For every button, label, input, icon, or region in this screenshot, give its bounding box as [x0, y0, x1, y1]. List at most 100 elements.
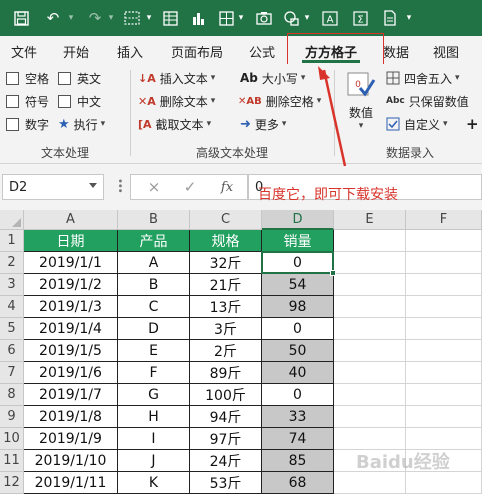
grid-cell[interactable]: 54	[262, 274, 334, 296]
grid-cell[interactable]	[334, 274, 406, 296]
grid-cell[interactable]	[334, 428, 406, 450]
grid-cell[interactable]	[406, 472, 482, 494]
grid-cell[interactable]: 40	[262, 362, 334, 384]
checkbox-number[interactable]: 数字	[6, 114, 49, 134]
select-all-corner[interactable]	[0, 210, 24, 230]
grid-cell[interactable]: H	[118, 406, 190, 428]
checkbox-symbol[interactable]: 符号	[6, 91, 49, 111]
grid-cell[interactable]: 94斤	[190, 406, 262, 428]
text-frame-icon[interactable]: A	[318, 0, 342, 36]
keep-values-button[interactable]: Abc 只保留数值	[386, 91, 469, 111]
table-header-cell[interactable]: 规格	[190, 230, 262, 252]
checkbox-box[interactable]	[6, 94, 19, 108]
redo-icon[interactable]: ↷	[82, 0, 108, 36]
column-header-d[interactable]: D	[262, 210, 334, 230]
grid-cell[interactable]: C	[118, 296, 190, 318]
row-header[interactable]: 9	[0, 406, 24, 428]
grid-cell[interactable]	[334, 296, 406, 318]
grid-cell[interactable]	[334, 340, 406, 362]
grid-cell[interactable]: 68	[262, 472, 334, 494]
shapes-dropdown-icon[interactable]: ▾	[302, 0, 312, 36]
grid-cell[interactable]: 2019/1/5	[24, 340, 118, 362]
grid-cell[interactable]: 85	[262, 450, 334, 472]
checkbox-box[interactable]	[58, 71, 71, 85]
delete-text-button[interactable]: ✕A 删除文本 ▾	[138, 91, 215, 111]
grid-cell[interactable]	[406, 230, 482, 252]
file-icon[interactable]	[378, 0, 402, 36]
grid-cell[interactable]: 2019/1/11	[24, 472, 118, 494]
undo-dropdown-icon[interactable]: ▾	[66, 0, 76, 36]
grid-cell[interactable]: J	[118, 450, 190, 472]
grid-cell[interactable]: 2019/1/9	[24, 428, 118, 450]
grid-icon[interactable]	[214, 0, 238, 36]
column-header-f[interactable]: F	[406, 210, 482, 230]
more-button[interactable]: ➜ 更多 ▾	[240, 114, 286, 134]
grid-cell[interactable]: 2019/1/8	[24, 406, 118, 428]
resize-handle-icon[interactable]: •••	[114, 178, 125, 193]
grid-cell[interactable]	[406, 406, 482, 428]
value-button[interactable]: 0 数值 ▾	[342, 70, 380, 131]
grid-cell[interactable]: 0	[262, 384, 334, 406]
grid-cell[interactable]: 33	[262, 406, 334, 428]
undo-icon[interactable]: ↶	[40, 0, 66, 36]
grid-cell[interactable]: 89斤	[190, 362, 262, 384]
grid-cell[interactable]: 74	[262, 428, 334, 450]
round-button[interactable]: 四舍五入 ▾	[386, 68, 460, 88]
column-header-b[interactable]: B	[118, 210, 190, 230]
grid-cell[interactable]: 3斤	[190, 318, 262, 340]
shapes-icon[interactable]	[280, 0, 304, 36]
grid-cell[interactable]: 2斤	[190, 340, 262, 362]
row-header[interactable]: 7	[0, 362, 24, 384]
tab-insert[interactable]: 插入	[108, 40, 152, 62]
sigma-icon[interactable]: Σ	[348, 0, 372, 36]
table-header-cell[interactable]: 日期	[24, 230, 118, 252]
grid-cell[interactable]: 0	[262, 318, 334, 340]
grid-cell[interactable]	[334, 252, 406, 274]
column-header-e[interactable]: E	[334, 210, 406, 230]
grid-cell[interactable]	[406, 428, 482, 450]
row-header[interactable]: 5	[0, 318, 24, 340]
grid-cell[interactable]	[334, 472, 406, 494]
grid-cell[interactable]: 2019/1/2	[24, 274, 118, 296]
grid-cell[interactable]	[334, 230, 406, 252]
camera-icon[interactable]	[252, 0, 276, 36]
tab-file[interactable]: 文件	[2, 40, 46, 62]
checkbox-chinese[interactable]: 中文	[58, 91, 101, 111]
grid-cell[interactable]	[406, 252, 482, 274]
grid-cell[interactable]	[334, 406, 406, 428]
case-button[interactable]: Ab 大小写 ▾	[240, 68, 305, 88]
grid-cell[interactable]: 53斤	[190, 472, 262, 494]
checkbox-english[interactable]: 英文	[58, 68, 101, 88]
grid-cell[interactable]: 2019/1/1	[24, 252, 118, 274]
grid-cell[interactable]: 98	[262, 296, 334, 318]
grid-cell[interactable]: 32斤	[190, 252, 262, 274]
grid-cell[interactable]: K	[118, 472, 190, 494]
grid-cell[interactable]: 2019/1/7	[24, 384, 118, 406]
grid-cell[interactable]: 97斤	[190, 428, 262, 450]
grid-cell[interactable]: F	[118, 362, 190, 384]
grid-cell[interactable]: G	[118, 384, 190, 406]
row-header[interactable]: 1	[0, 230, 24, 252]
table-dropdown-icon[interactable]: ▾	[144, 0, 154, 36]
column-header-c[interactable]: C	[190, 210, 262, 230]
row-header[interactable]: 2	[0, 252, 24, 274]
grid-cell[interactable]	[406, 296, 482, 318]
custom-button[interactable]: 自定义 ▾	[386, 114, 448, 134]
save-icon[interactable]	[8, 0, 34, 36]
grid-cell[interactable]: 0	[262, 252, 334, 274]
more-dropdown-icon[interactable]: ▾	[404, 0, 414, 36]
grid-cell[interactable]: E	[118, 340, 190, 362]
grid-cell[interactable]: 50	[262, 340, 334, 362]
confirm-button[interactable]: ✓	[175, 175, 205, 199]
tab-formulas[interactable]: 公式	[240, 40, 284, 62]
row-header[interactable]: 8	[0, 384, 24, 406]
grid-cell[interactable]: 2019/1/4	[24, 318, 118, 340]
grid-cell[interactable]	[334, 384, 406, 406]
row-header[interactable]: 3	[0, 274, 24, 296]
cut-text-button[interactable]: [A 截取文本 ▾	[138, 114, 211, 134]
grid-dropdown-icon[interactable]: ▾	[236, 0, 246, 36]
checkbox-box[interactable]	[58, 94, 71, 108]
grid-cell[interactable]	[406, 274, 482, 296]
cancel-button[interactable]: ×	[139, 175, 169, 199]
grid-cell[interactable]	[406, 384, 482, 406]
